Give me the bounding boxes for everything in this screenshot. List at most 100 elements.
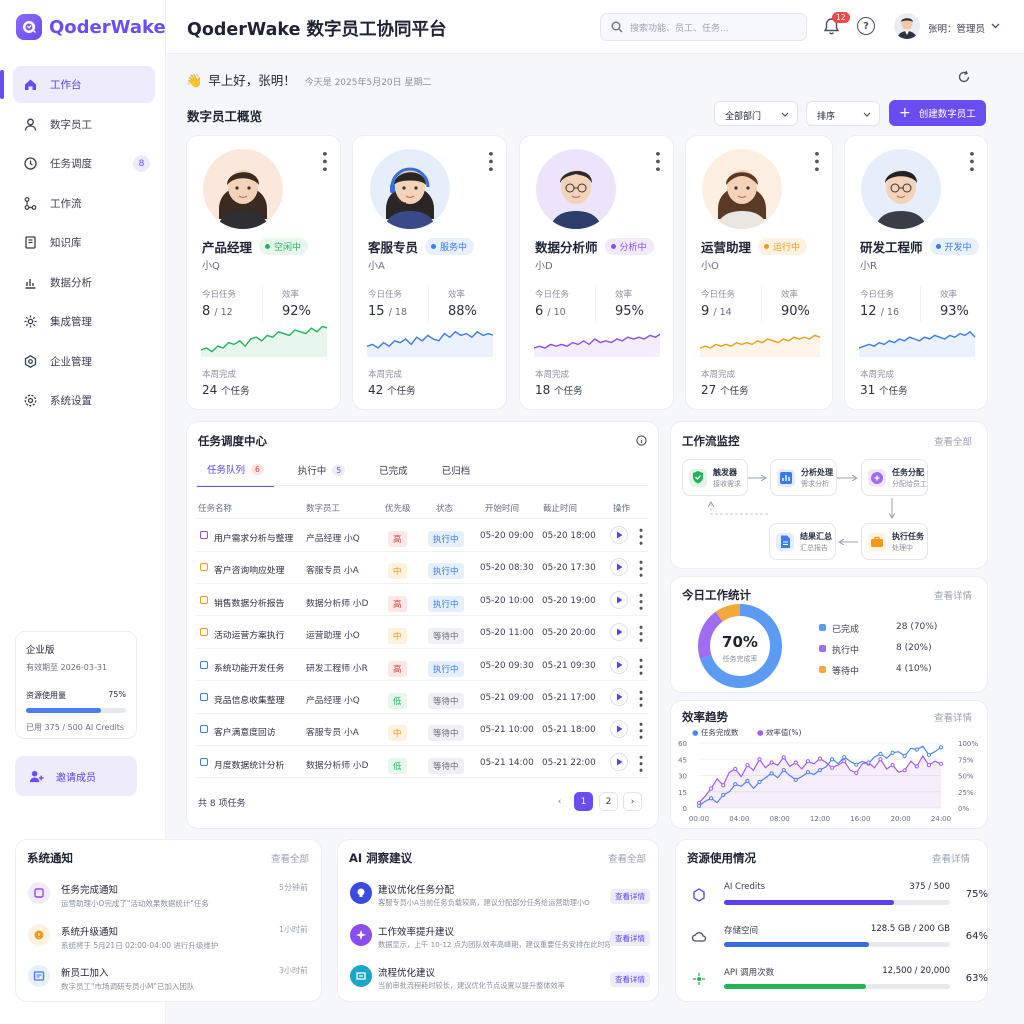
invite-button[interactable]: 邀请成员 bbox=[15, 756, 137, 796]
play-button[interactable] bbox=[610, 526, 628, 544]
table-row[interactable]: 用户需求分析与整理 产品经理 小Q 高 执行中 05-20 09:00 05-20 18:… bbox=[197, 519, 649, 552]
table-row[interactable]: 客户咨询响应处理 客服专员 小A 中 执行中 05-20 08:30 05-20 17:3… bbox=[197, 551, 649, 584]
tab-1[interactable]: 任务队列 6 bbox=[197, 456, 274, 487]
more-icon[interactable]: ••• bbox=[649, 150, 664, 173]
resource-amount: 375 / 500 bbox=[909, 882, 950, 892]
workflow-node[interactable]: 结果汇总 汇总报告 bbox=[769, 523, 836, 560]
week-done-label: 本周完成 bbox=[368, 370, 403, 380]
create-agent-button[interactable]: + 创建数字员工 bbox=[889, 100, 986, 126]
system-notices: 系统通知 查看全部 任务完成通知 运营助理小O完成了"活动效果数据统计"任务 5分钟… bbox=[15, 839, 322, 1002]
home-icon bbox=[23, 77, 38, 92]
agent-card[interactable]: ••• 客服专员 服务中 小A 今日任务 效率 15 / 18 88% 本周完成 42 个任务 bbox=[352, 135, 507, 410]
department-filter[interactable]: 全部部门 bbox=[714, 101, 798, 126]
plan-card: 企业版 有效期至 2026-03-31 资源使用量 75% 已用 375 / 5… bbox=[15, 631, 137, 739]
sidebar-item-1[interactable]: 工作台 bbox=[0, 66, 155, 103]
workflow-node[interactable]: 任务分配 分配给员工 bbox=[861, 459, 928, 496]
help-icon[interactable]: ? bbox=[857, 17, 875, 35]
tab-3[interactable]: 已完成 bbox=[369, 456, 418, 487]
play-button[interactable] bbox=[610, 752, 628, 771]
more-icon[interactable]: ••• bbox=[634, 721, 647, 740]
info-icon[interactable] bbox=[636, 435, 647, 446]
search-input[interactable]: 搜索功能、员工、任务... bbox=[600, 13, 807, 41]
prev-page-button[interactable]: ‹ bbox=[550, 792, 569, 811]
chevron-down-icon[interactable] bbox=[991, 23, 1000, 29]
insight-item[interactable]: 流程优化建议 当前审批流程耗时较长，建议优化节点设置以提升整体效率 查看详情 bbox=[350, 961, 660, 1001]
notices-view-all-link[interactable]: 查看全部 bbox=[271, 851, 309, 865]
workflow-node[interactable]: 执行任务 处理中 bbox=[861, 523, 928, 560]
insight-detail-button[interactable]: 查看详情 bbox=[610, 930, 650, 946]
notice-item[interactable]: 系统升级通知 系统将于 5月21日 02:00-04:00 进行升级维护 1小时前 bbox=[28, 920, 308, 960]
table-row[interactable]: 销售数据分析报告 数据分析师 小D 高 执行中 05-20 10:00 05-20 19:… bbox=[197, 584, 649, 617]
page-2-button[interactable]: 2 bbox=[599, 792, 618, 811]
agent-card[interactable]: ••• 运营助理 运行中 小O 今日任务 效率 9 / 14 90% 本周完成 27 个任务 bbox=[685, 135, 833, 410]
logo[interactable]: QoderWake bbox=[16, 14, 166, 40]
legend-swatch bbox=[819, 645, 826, 652]
tab-2[interactable]: 执行中 5 bbox=[288, 456, 355, 487]
agent-card[interactable]: ••• 数据分析师 分析中 小D 今日任务 效率 6 / 10 95% 本周完成 18 个任务 bbox=[519, 135, 674, 410]
x-tick: 20:00 bbox=[891, 815, 911, 823]
workflow-node[interactable]: 分析处理 需求分析 bbox=[770, 459, 837, 496]
insight-item[interactable]: 工作效率提升建议 数据显示，上午 10-12 点为团队效率高峰期，建议重要任务安排… bbox=[350, 920, 660, 960]
sidebar-item-9[interactable]: 系统设置 bbox=[13, 382, 155, 419]
tab-4[interactable]: 已归档 bbox=[432, 456, 481, 487]
table-row[interactable]: 竞品信息收集整理 产品经理 小Q 低 等待中 05-21 09:00 05-21 17:0… bbox=[197, 681, 649, 714]
refresh-icon[interactable] bbox=[957, 70, 971, 84]
start-time: 05-21 14:00 bbox=[480, 757, 534, 768]
table-row[interactable]: 月度数据统计分析 数据分析师 小D 低 等待中 05-21 14:00 05-21 22:… bbox=[197, 746, 649, 779]
play-button[interactable] bbox=[610, 623, 628, 642]
play-button[interactable] bbox=[610, 720, 628, 739]
task-agent: 数据分析师 小D bbox=[306, 760, 369, 771]
avatar[interactable] bbox=[894, 13, 920, 39]
sidebar-item-5[interactable]: 知识库 bbox=[13, 224, 155, 261]
resources-view-link[interactable]: 查看详情 bbox=[932, 851, 970, 865]
more-icon[interactable]: ••• bbox=[316, 150, 331, 173]
daily-stats: 今日工作统计 查看详情 70% 任务完成率 已完成 28 (70%) 执行中 8 (2… bbox=[670, 576, 988, 693]
insight-detail-button[interactable]: 查看详情 bbox=[610, 889, 650, 904]
end-time: 05-21 17:00 bbox=[542, 693, 596, 703]
more-icon[interactable]: ••• bbox=[634, 689, 647, 708]
more-icon[interactable]: ••• bbox=[482, 150, 497, 173]
week-done-value: 24 个任务 bbox=[202, 383, 250, 397]
workflow-node-text: 任务分配 分配给员工 bbox=[892, 467, 927, 489]
sidebar-item-6[interactable]: 数据分析 bbox=[13, 264, 155, 301]
legend-swatch bbox=[819, 666, 826, 673]
insight-item[interactable]: 建议优化任务分配 客服专员小A当前任务负载较高，建议分配部分任务给运营助理小O 查看… bbox=[350, 878, 660, 918]
agent-card[interactable]: ••• 产品经理 空闲中 小Q 今日任务 效率 8 / 12 92% 本周完成 24 个任务 bbox=[186, 135, 341, 410]
table-row[interactable]: 活动运营方案执行 运营助理 小O 中 等待中 05-20 11:00 05-20 20:0… bbox=[197, 616, 649, 649]
play-button[interactable] bbox=[610, 558, 628, 577]
workflow-node[interactable]: 触发器 接收需求 bbox=[682, 459, 748, 496]
sidebar-item-3[interactable]: 任务调度 8 bbox=[13, 145, 155, 182]
more-icon[interactable]: ••• bbox=[808, 150, 823, 173]
sort-select[interactable]: 排序 bbox=[806, 101, 880, 126]
more-icon[interactable]: ••• bbox=[634, 657, 647, 676]
play-button[interactable] bbox=[610, 590, 628, 609]
insights-view-all-link[interactable]: 查看全部 bbox=[608, 851, 646, 865]
page-1-button[interactable]: 1 bbox=[574, 792, 593, 811]
sidebar-nav: 工作台 数字员工 任务调度 8 工作流 知识库 数据分析 集成管理 企业管理 系统设置 bbox=[0, 66, 166, 422]
more-icon[interactable]: ••• bbox=[634, 527, 647, 546]
sidebar-item-8[interactable]: 企业管理 bbox=[13, 343, 155, 380]
table-row[interactable]: 系统功能开发任务 研发工程师 小R 高 执行中 05-20 09:30 05-21 09:… bbox=[197, 649, 649, 682]
notice-item[interactable]: 新员工加入 数字员工"市场调研专员小M"已加入团队 3小时前 bbox=[28, 961, 308, 1001]
sidebar-item-4[interactable]: 工作流 bbox=[13, 185, 155, 222]
workflow-icon bbox=[23, 196, 38, 211]
today-tasks-value: 15 / 18 bbox=[368, 304, 407, 319]
sidebar-item-7[interactable]: 集成管理 bbox=[13, 303, 155, 340]
next-page-button[interactable]: › bbox=[623, 792, 642, 811]
table-row[interactable]: 客户满意度回访 客服专员 小A 中 等待中 05-21 10:00 05-21 18:00… bbox=[197, 713, 649, 746]
more-icon[interactable]: ••• bbox=[634, 559, 647, 578]
notice-item[interactable]: 任务完成通知 运营助理小O完成了"活动效果数据统计"任务 5分钟前 bbox=[28, 878, 308, 918]
bulb-icon bbox=[350, 882, 372, 904]
more-icon[interactable]: ••• bbox=[634, 624, 647, 643]
user-name[interactable]: 张明：管理员 bbox=[928, 21, 985, 35]
more-icon[interactable]: ••• bbox=[634, 592, 647, 611]
play-button[interactable] bbox=[610, 688, 628, 706]
stat-divider bbox=[920, 286, 921, 322]
play-button[interactable] bbox=[610, 655, 628, 674]
insight-detail-button[interactable]: 查看详情 bbox=[610, 972, 650, 987]
agent-card[interactable]: ••• 研发工程师 开发中 小R 今日任务 效率 12 / 16 93% 本周完成 31 个任务 bbox=[844, 135, 988, 410]
sidebar-item-2[interactable]: 数字员工 bbox=[13, 106, 155, 143]
more-icon[interactable]: ••• bbox=[634, 754, 647, 773]
more-icon[interactable]: ••• bbox=[963, 150, 978, 173]
stats-view-link[interactable]: 查看详情 bbox=[934, 588, 972, 602]
